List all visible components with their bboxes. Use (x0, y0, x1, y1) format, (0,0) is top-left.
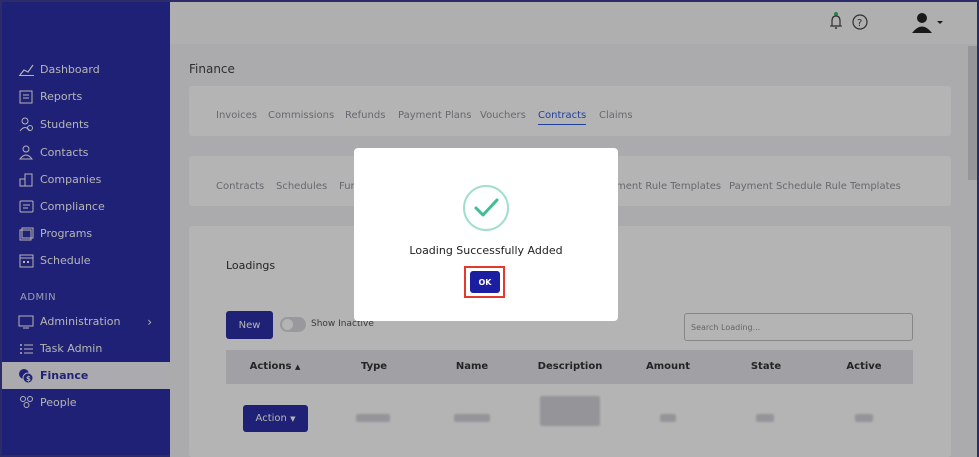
dialog-message: Loading Successfully Added (409, 244, 563, 257)
success-check-icon (463, 185, 509, 231)
ok-button[interactable]: OK (470, 271, 500, 293)
success-dialog: Loading Successfully Added OK (354, 148, 618, 321)
